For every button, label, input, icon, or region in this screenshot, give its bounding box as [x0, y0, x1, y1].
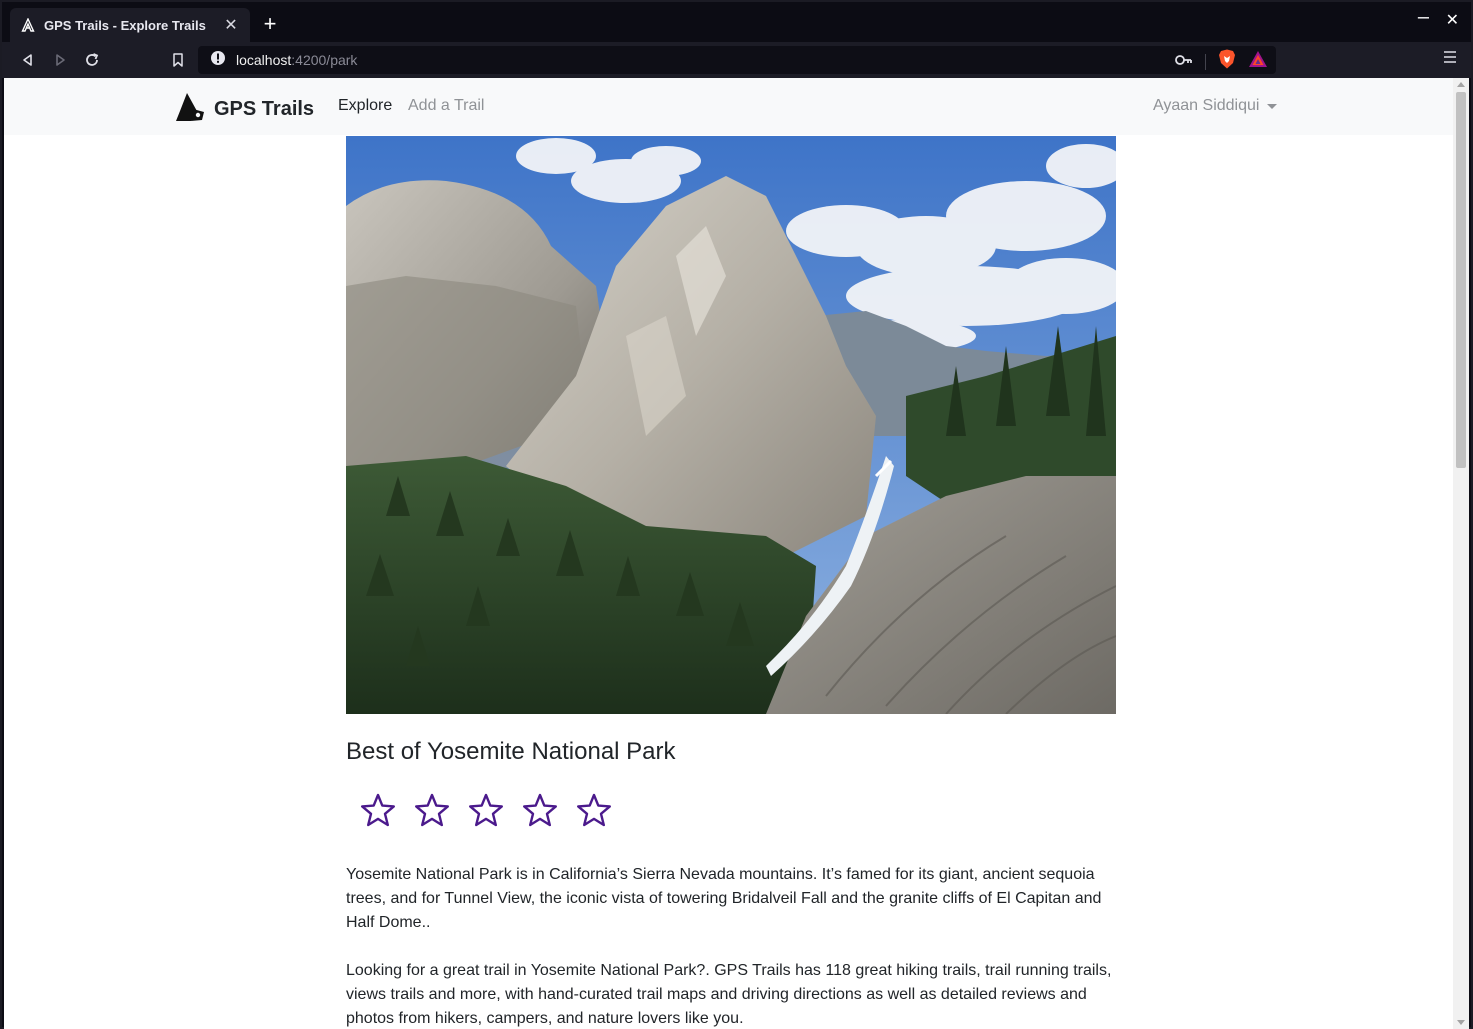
- browser-toolbar: localhost:4200/park: [2, 42, 1471, 78]
- mountain-logo-icon: [174, 91, 206, 128]
- angular-icon: [20, 17, 36, 33]
- star-icon[interactable]: [462, 790, 510, 830]
- hamburger-menu-icon[interactable]: [1443, 50, 1457, 69]
- back-arrow-icon[interactable]: [16, 48, 40, 72]
- scroll-thumb[interactable]: [1456, 92, 1466, 468]
- browser-window: GPS Trails - Explore Trails ✕ + – ✕ loca…: [0, 0, 1473, 1029]
- brand-name: GPS Trails: [214, 98, 315, 120]
- nav-add-trail-link[interactable]: Add a Trail: [408, 97, 484, 115]
- user-name: Ayaan Siddiqui: [1153, 97, 1260, 114]
- reload-icon[interactable]: [80, 48, 104, 72]
- park-title: Best of Yosemite National Park: [346, 738, 676, 765]
- nav-explore-link[interactable]: Explore: [338, 97, 392, 115]
- close-tab-icon[interactable]: ✕: [222, 15, 240, 35]
- brand-link[interactable]: GPS Trails: [174, 91, 314, 128]
- park-description: Yosemite National Park is in California’…: [346, 866, 1102, 931]
- close-window-icon[interactable]: ✕: [1446, 10, 1459, 30]
- star-icon[interactable]: [354, 790, 402, 830]
- scroll-up-icon[interactable]: [1457, 82, 1465, 87]
- separator: [1205, 53, 1206, 70]
- forward-arrow-icon[interactable]: [48, 48, 72, 72]
- park-hero-image: [346, 136, 1116, 714]
- caret-down-icon: [1267, 103, 1278, 109]
- tab-bar: GPS Trails - Explore Trails ✕ + – ✕: [2, 2, 1471, 42]
- url-host: localhost: [236, 52, 292, 68]
- brave-shield-icon[interactable]: [1218, 49, 1236, 74]
- page-viewport: GPS Trails Explore Add a Trail Ayaan Sid…: [4, 78, 1457, 1029]
- star-icon[interactable]: [516, 790, 564, 830]
- user-dropdown[interactable]: Ayaan Siddiqui: [1153, 97, 1278, 115]
- bookmark-icon[interactable]: [166, 48, 190, 72]
- tab-title: GPS Trails - Explore Trails: [44, 17, 206, 33]
- info-icon[interactable]: [210, 50, 226, 71]
- url-path: :4200/park: [291, 52, 358, 68]
- star-rating[interactable]: [354, 790, 618, 830]
- star-icon[interactable]: [570, 790, 618, 830]
- star-icon[interactable]: [408, 790, 456, 830]
- site-navbar: GPS Trails Explore Add a Trail Ayaan Sid…: [4, 78, 1457, 135]
- park-trails-summary: Looking for a great trail in Yosemite Na…: [346, 962, 1112, 1027]
- scroll-down-icon[interactable]: [1457, 1020, 1465, 1025]
- address-bar[interactable]: localhost:4200/park: [198, 46, 1276, 74]
- page-scrollbar[interactable]: [1453, 78, 1469, 1029]
- brave-rewards-icon[interactable]: [1248, 50, 1268, 73]
- minimize-icon[interactable]: –: [1418, 6, 1429, 29]
- key-icon[interactable]: [1175, 53, 1193, 71]
- browser-tab[interactable]: GPS Trails - Explore Trails ✕: [10, 8, 250, 42]
- new-tab-button[interactable]: +: [258, 12, 282, 36]
